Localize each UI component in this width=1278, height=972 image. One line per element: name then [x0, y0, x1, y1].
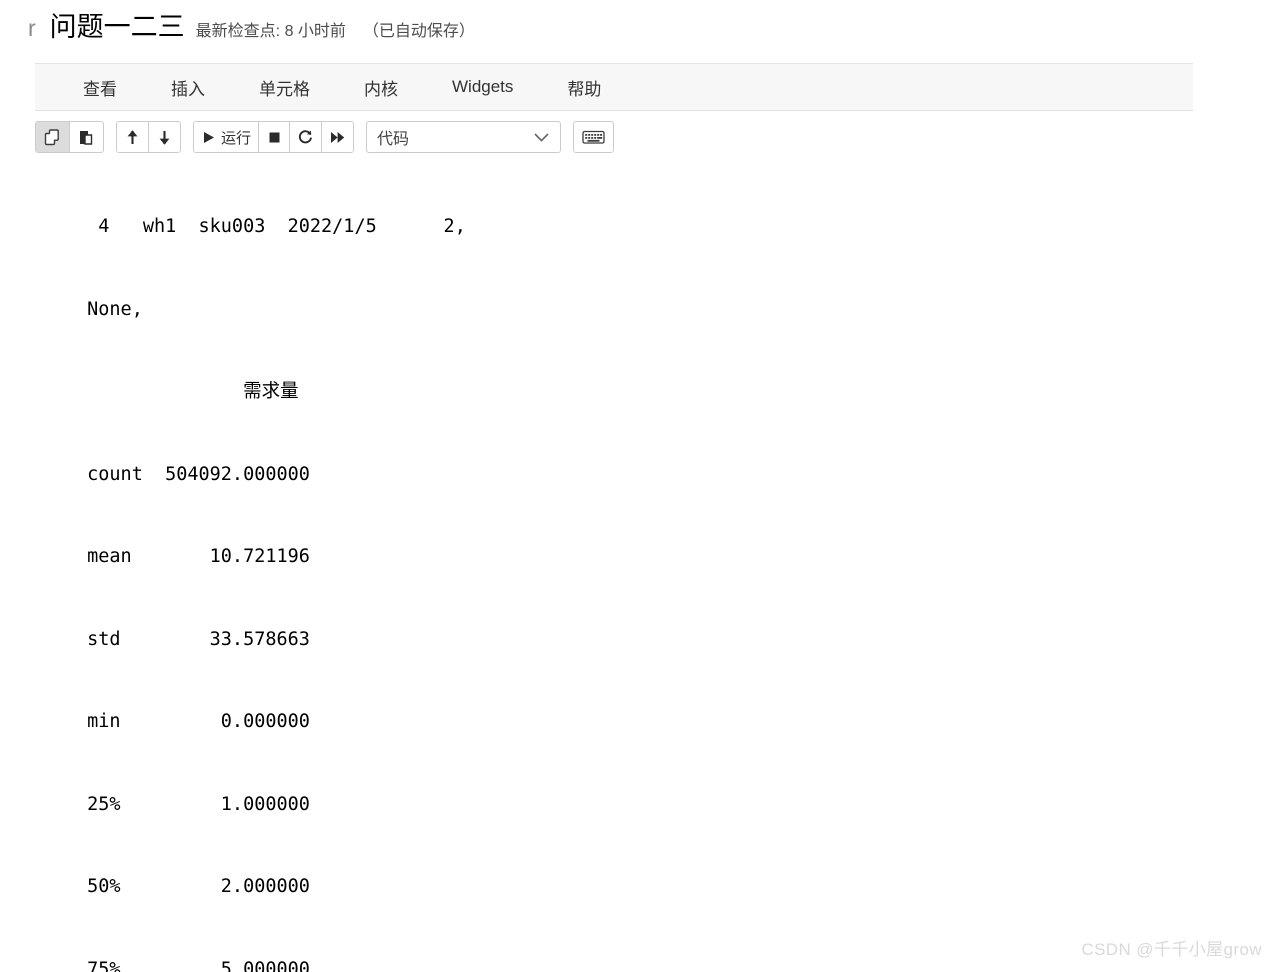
toolbar-group-clipboard — [35, 121, 104, 153]
notebook-cell-area[interactable]: 4 wh1 sku003 2022/1/5 2, None, 需求量 count… — [0, 158, 1278, 972]
output-line: None, — [76, 298, 143, 320]
notebook-title[interactable]: 问题一二三 — [50, 14, 185, 41]
prompt-blank — [0, 158, 76, 972]
toolbar-group-run: 运行 — [193, 121, 355, 153]
output-stream-text: 4 wh1 sku003 2022/1/5 2, None, 需求量 count… — [76, 158, 1278, 972]
output-line: mean 10.721196 — [76, 546, 310, 567]
copy-icon — [43, 128, 62, 147]
paste-button[interactable] — [69, 122, 103, 152]
menu-item-cell[interactable]: 单元格 — [241, 69, 328, 106]
jupyter-notebook-page: r 问题一二三 最新检查点: 8 小时前 （已自动保存） 查看 插入 单元格 内… — [0, 0, 1278, 972]
chevron-down-icon — [533, 132, 550, 143]
arrow-down-icon — [156, 128, 173, 147]
restart-and-run-all-button[interactable] — [321, 122, 354, 152]
restart-kernel-button[interactable] — [289, 122, 322, 152]
keyboard-icon — [582, 129, 605, 145]
menu-item-widgets[interactable]: Widgets — [434, 71, 531, 103]
menu-item-kernel[interactable]: 内核 — [346, 69, 416, 106]
play-icon — [201, 130, 216, 145]
command-palette-button[interactable] — [573, 121, 615, 153]
menu-bar: 查看 插入 单元格 内核 Widgets 帮助 — [35, 63, 1193, 111]
checkpoint-status: 最新检查点: 8 小时前 — [195, 23, 346, 40]
autosave-status: （已自动保存） — [362, 23, 475, 40]
cell-output-stream-clipped: 4 wh1 sku003 2022/1/5 2, None, 需求量 count… — [0, 158, 1278, 972]
stop-square-icon — [267, 130, 282, 145]
menu-item-view[interactable]: 查看 — [65, 69, 135, 106]
fast-forward-icon — [329, 130, 346, 145]
move-cell-down-button[interactable] — [148, 122, 180, 152]
toolbar-group-move — [116, 121, 181, 153]
arrow-up-icon — [124, 128, 141, 147]
restart-circle-icon — [297, 129, 314, 146]
paste-icon — [77, 128, 96, 147]
menu-item-help[interactable]: 帮助 — [549, 69, 619, 106]
output-line: count 504092.000000 — [76, 463, 310, 485]
truncated-logo-text: r — [28, 15, 36, 41]
output-line: 4 wh1 sku003 2022/1/5 2, — [76, 216, 466, 237]
output-line: 25% 1.000000 — [76, 793, 310, 815]
move-cell-up-button[interactable] — [117, 122, 148, 152]
cell-type-select[interactable]: 代码 — [366, 121, 562, 153]
output-line: min 0.000000 — [76, 711, 310, 732]
menu-item-insert[interactable]: 插入 — [153, 69, 223, 106]
cell-type-value: 代码 — [377, 131, 410, 148]
toolbar: 运行 代码 — [35, 116, 1193, 158]
copy-button[interactable] — [36, 122, 69, 152]
output-line: std 33.578663 — [76, 628, 310, 650]
output-line: 50% 2.000000 — [76, 876, 310, 897]
run-cell-button[interactable]: 运行 — [194, 122, 259, 152]
notebook-header: r 问题一二三 最新检查点: 8 小时前 （已自动保存） — [0, 0, 1278, 59]
output-line: 75% 5.000000 — [76, 958, 310, 972]
interrupt-kernel-button[interactable] — [258, 122, 290, 152]
output-line: 需求量 — [76, 381, 299, 402]
run-button-label: 运行 — [221, 129, 252, 147]
